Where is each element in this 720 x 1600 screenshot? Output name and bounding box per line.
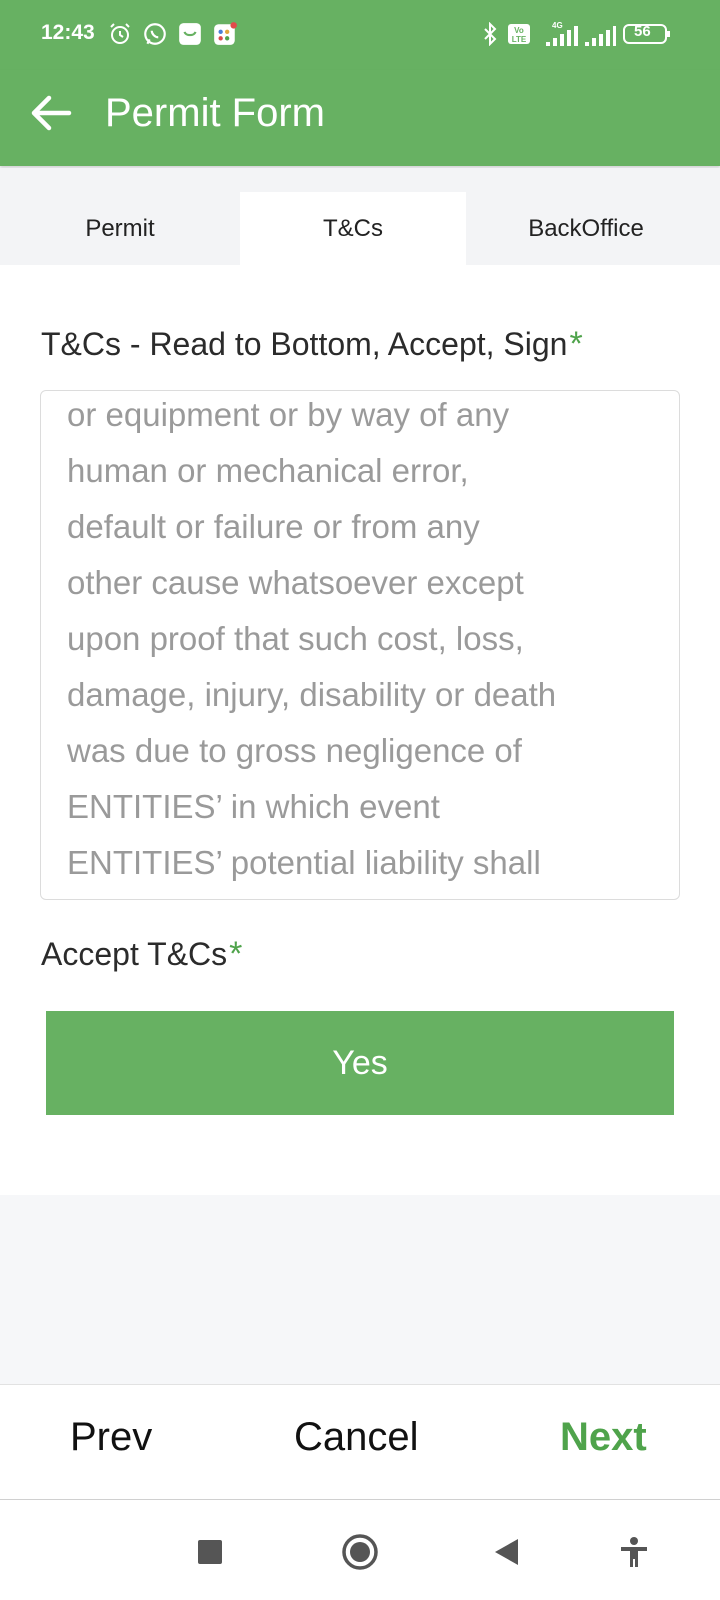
required-mark: * (569, 325, 583, 363)
app-bar: Permit Form (0, 70, 720, 166)
triangle-back-icon (495, 1539, 518, 1565)
tab-tcs[interactable]: T&Cs (240, 192, 466, 265)
home-button[interactable] (340, 1532, 380, 1572)
tab-permit[interactable]: Permit (0, 192, 240, 265)
cancel-button[interactable]: Cancel (294, 1415, 419, 1460)
accept-label-text: Accept T&Cs (41, 936, 228, 972)
accept-field-label: Accept T&Cs* (41, 935, 242, 974)
accept-yes-button[interactable]: Yes (46, 1011, 674, 1115)
tc-line: or equipment or by way of any (67, 396, 510, 433)
tc-text: or equipment or by way of any human or m… (41, 391, 679, 891)
tab-backoffice[interactable]: BackOffice (466, 192, 706, 265)
square-icon (198, 1540, 222, 1564)
prev-button[interactable]: Prev (70, 1415, 152, 1460)
back-button[interactable] (26, 88, 76, 138)
tc-text-box[interactable]: or equipment or by way of any human or m… (40, 390, 680, 900)
next-button[interactable]: Next (560, 1415, 647, 1460)
app-notification-icon (177, 20, 203, 48)
tc-line: ENTITIES’ potential liability shall (67, 844, 541, 881)
accessibility-button[interactable] (614, 1532, 654, 1572)
app-notification-icon-2 (212, 20, 238, 48)
tc-line: ENTITIES’ in which event (67, 788, 440, 825)
battery-level: 56 (634, 23, 651, 40)
tc-line: human or mechanical error, (67, 452, 469, 489)
tc-line: upon proof that such cost, loss, (67, 620, 524, 657)
alarm-icon (108, 20, 132, 48)
battery-icon: 56 (623, 20, 671, 48)
svg-text:Vo: Vo (514, 26, 524, 35)
tc-line: other cause whatsoever except (67, 564, 524, 601)
circle-home-icon (342, 1534, 378, 1570)
tc-line: damage, injury, disability or death (67, 676, 557, 713)
bluetooth-icon (482, 20, 498, 48)
recents-button[interactable] (190, 1532, 230, 1572)
status-time: 12:43 (41, 21, 95, 44)
page-title: Permit Form (105, 91, 325, 135)
signal-4g-icon: 4G (538, 20, 580, 48)
required-mark: * (229, 935, 243, 973)
tc-field-label: T&Cs - Read to Bottom, Accept, Sign* (41, 325, 583, 364)
tc-label-text: T&Cs - Read to Bottom, Accept, Sign (41, 326, 568, 362)
arrow-left-icon (31, 95, 72, 131)
tc-line: was due to gross negligence of (67, 732, 522, 769)
form-content: T&Cs - Read to Bottom, Accept, Sign* or … (0, 265, 720, 1195)
volte-icon: Vo LTE (507, 20, 531, 48)
system-nav-bar (0, 1500, 720, 1600)
whatsapp-icon (142, 20, 168, 48)
tab-bar: Permit T&Cs BackOffice (0, 168, 720, 265)
accessibility-icon (621, 1537, 647, 1567)
status-bar: 12:43 Vo LTE 4G 56 (0, 0, 720, 70)
svg-text:LTE: LTE (512, 35, 527, 44)
signal-icon (584, 20, 616, 48)
svg-text:4G: 4G (552, 21, 563, 30)
nav-back-button[interactable] (486, 1532, 526, 1572)
bottom-action-bar: Prev Cancel Next (0, 1384, 720, 1500)
tc-line: default or failure or from any (67, 508, 480, 545)
